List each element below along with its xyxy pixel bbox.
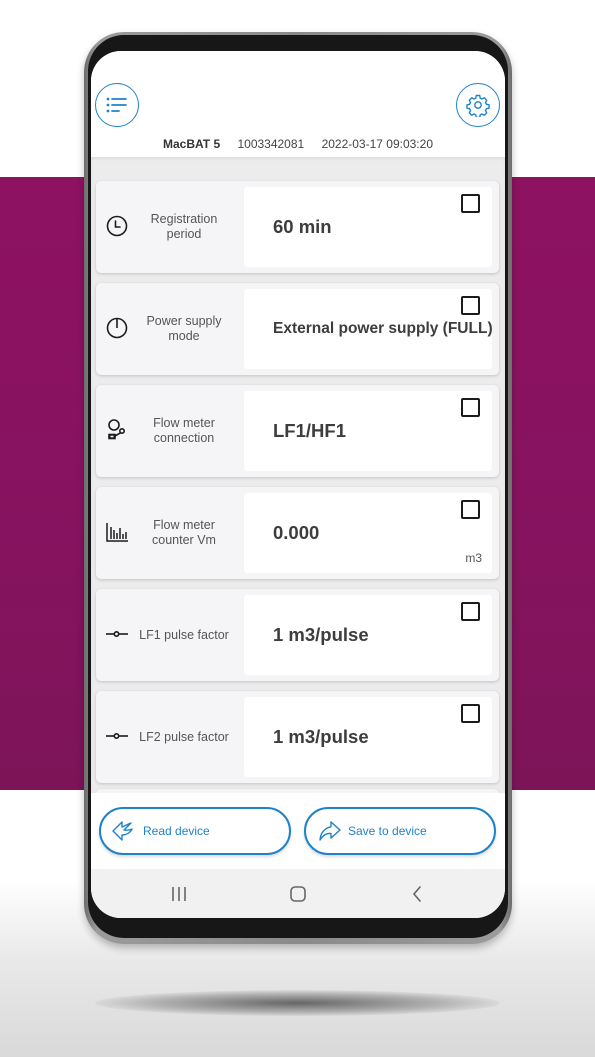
parameter-label: Flow meter connection — [153, 416, 215, 445]
parameter-checkbox[interactable] — [461, 704, 480, 723]
menu-button[interactable] — [95, 83, 139, 127]
parameter-value: 1 m3/pulse — [273, 726, 369, 747]
parameter-label: Flow meter counter Vm — [152, 518, 216, 547]
gear-icon — [466, 94, 490, 117]
parameter-value-field[interactable]: 0.000 m3 — [244, 493, 492, 573]
parameter-value: 1 m3/pulse — [273, 624, 369, 645]
parameter-checkbox[interactable] — [461, 602, 480, 621]
app-header: MacBAT 5 1003342081 2022-03-17 09:03:20 — [91, 51, 505, 159]
parameter-card-power-supply-mode[interactable]: Power supply mode External power supply … — [96, 283, 499, 375]
parameter-card-flow-meter-counter[interactable]: Flow meter counter Vm 0.000 m3 — [96, 487, 499, 579]
recent-apps-icon — [172, 887, 186, 901]
action-bar: Read device Save to device — [91, 793, 505, 869]
read-device-label: Read device — [143, 824, 210, 838]
parameter-list[interactable]: Registration period 60 min Power supply … — [91, 157, 505, 793]
save-arrow-icon — [319, 821, 341, 841]
parameter-checkbox[interactable] — [461, 398, 480, 417]
list-icon — [106, 97, 127, 113]
device-serial: 1003342081 — [237, 137, 305, 151]
pulse-icon — [106, 631, 128, 638]
parameter-unit: m3 — [465, 551, 482, 565]
device-timestamp: 2022-03-17 09:03:20 — [321, 137, 433, 151]
read-device-button[interactable]: Read device — [99, 807, 291, 855]
settings-button[interactable] — [456, 83, 500, 127]
device-info-bar: MacBAT 5 1003342081 2022-03-17 09:03:20 — [91, 137, 505, 151]
parameter-value: External power supply (FULL) — [273, 320, 493, 337]
parameter-value: LF1/HF1 — [273, 420, 346, 441]
power-icon — [106, 317, 128, 339]
parameter-value: 0.000 — [273, 522, 320, 543]
save-to-device-label: Save to device — [348, 824, 427, 838]
parameter-card-lf1-pulse-factor[interactable]: LF1 pulse factor 1 m3/pulse — [96, 589, 499, 681]
parameter-value-field[interactable]: External power supply (FULL) — [244, 289, 493, 369]
home-icon — [290, 886, 306, 902]
device-model: MacBAT 5 — [163, 137, 221, 151]
parameter-value-field[interactable]: 1 m3/pulse — [244, 697, 492, 777]
parameter-label: LF2 pulse factor — [139, 729, 229, 744]
home-button[interactable] — [285, 881, 311, 907]
parameter-checkbox[interactable] — [461, 296, 480, 315]
parameter-value-field[interactable]: LF1/HF1 — [244, 391, 492, 471]
parameter-checkbox[interactable] — [461, 500, 480, 519]
back-icon — [412, 886, 421, 902]
pulse-icon — [106, 733, 128, 740]
parameter-value-field[interactable]: 1 m3/pulse — [244, 595, 492, 675]
parameter-card-lf2-pulse-factor[interactable]: LF2 pulse factor 1 m3/pulse — [96, 691, 499, 783]
flow-meter-connection-icon — [108, 419, 126, 440]
parameter-label: Power supply mode — [146, 314, 222, 343]
read-arrow-icon — [112, 821, 133, 841]
parameter-card-registration-period[interactable]: Registration period 60 min — [96, 181, 499, 273]
phone-shadow — [95, 990, 500, 1016]
parameter-value-field[interactable]: 60 min — [244, 187, 492, 267]
bar-chart-icon — [106, 523, 128, 542]
parameter-value: 60 min — [273, 216, 332, 237]
save-to-device-button[interactable]: Save to device — [304, 807, 496, 855]
parameter-label: Registration period — [150, 212, 218, 241]
parameter-label: LF1 pulse factor — [139, 627, 229, 642]
app-screen: MacBAT 5 1003342081 2022-03-17 09:03:20 … — [91, 51, 505, 918]
clock-icon — [106, 215, 128, 237]
back-button[interactable] — [404, 881, 430, 907]
recent-apps-button[interactable] — [166, 881, 192, 907]
parameter-checkbox[interactable] — [461, 194, 480, 213]
android-navigation-bar — [91, 869, 505, 918]
parameter-card-flow-meter-connection[interactable]: Flow meter connection LF1/HF1 — [96, 385, 499, 477]
